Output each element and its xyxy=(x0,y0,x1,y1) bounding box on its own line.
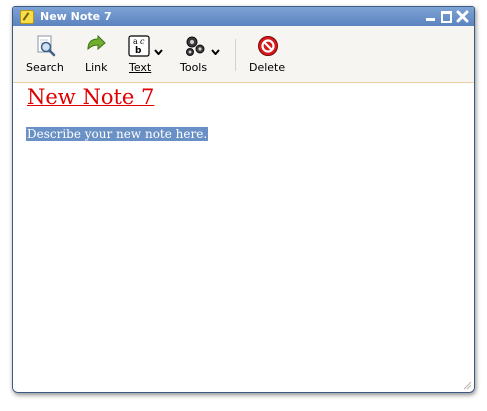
minimize-button[interactable] xyxy=(424,10,437,23)
toolbar: Search Link a c b Text Tools Delete xyxy=(13,26,474,83)
delete-label: Delete xyxy=(249,61,286,74)
window-controls xyxy=(424,10,469,23)
tools-menu-button[interactable]: Tools xyxy=(179,26,223,82)
search-icon xyxy=(37,35,56,57)
search-button[interactable]: Search xyxy=(25,26,69,82)
gears-icon xyxy=(186,36,205,56)
link-button[interactable]: Link xyxy=(81,26,115,82)
chevron-down-icon xyxy=(211,49,220,55)
note-body-selected-text[interactable]: Describe your new note here. xyxy=(26,127,209,141)
maximize-button[interactable] xyxy=(440,10,453,23)
note-app-icon xyxy=(20,9,34,24)
svg-text:b: b xyxy=(135,46,142,56)
resize-grip-icon[interactable] xyxy=(462,380,472,390)
svg-text:c: c xyxy=(140,37,145,46)
chevron-down-icon xyxy=(154,49,163,55)
close-icon xyxy=(456,10,469,23)
link-arrow-icon xyxy=(87,35,106,51)
svg-text:a: a xyxy=(133,37,138,46)
toolbar-separator xyxy=(235,39,236,71)
note-title[interactable]: New Note 7 xyxy=(27,85,154,109)
close-button[interactable] xyxy=(456,10,469,23)
tools-label: Tools xyxy=(180,61,208,74)
text-menu-button[interactable]: a c b Text xyxy=(127,26,167,82)
note-window: New Note 7 Search Link a c b Text Tools … xyxy=(12,6,475,393)
link-label: Link xyxy=(85,61,108,74)
window-title: New Note 7 xyxy=(40,10,112,23)
text-format-icon: a c b xyxy=(128,35,150,57)
delete-icon xyxy=(258,36,278,56)
delete-button[interactable]: Delete xyxy=(247,26,291,82)
text-label: Text xyxy=(129,61,152,74)
note-editor[interactable]: New Note 7 Describe your new note here. xyxy=(13,83,474,392)
title-bar[interactable]: New Note 7 xyxy=(13,7,474,26)
search-label: Search xyxy=(26,61,64,74)
